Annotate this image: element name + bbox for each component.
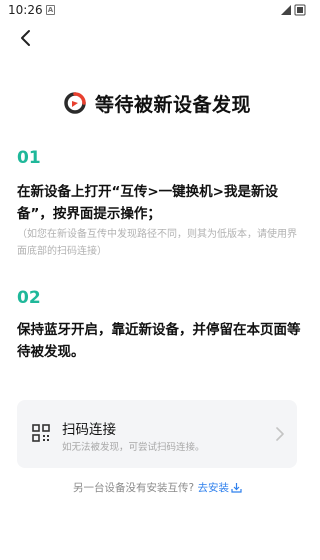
step-2-text: 保持蓝牙开启，靠近新设备，并停留在本页面等待被发现。 — [17, 322, 301, 360]
step-2-number: 02 — [17, 288, 41, 308]
signal-battery-icon — [281, 4, 306, 16]
step-1-text: 在新设备上打开“互传>一键换机>我是新设备”，按界面提示操作； — [17, 184, 278, 222]
step-1-hint: （如您在新设备互传中发现路径不同，则其为低版本，请使用界面底部的扫码连接） — [17, 229, 297, 257]
app-logo-icon — [64, 92, 86, 114]
install-link-label: 去安装 — [197, 482, 229, 494]
install-prompt: 另一台设备没有安装互传? — [73, 482, 195, 494]
download-icon — [231, 483, 242, 493]
page-header: 等待被新设备发现 — [0, 88, 315, 118]
qr-scan-icon — [32, 424, 50, 442]
status-bar: 10:26 A — [0, 0, 315, 22]
back-button[interactable] — [14, 26, 38, 50]
chevron-right-icon — [276, 427, 284, 441]
scan-connect-subtitle: 如无法被发现，可尝试扫码连接。 — [62, 442, 205, 453]
notification-icon: A — [46, 5, 55, 15]
install-footer: 另一台设备没有安装互传? 去安装 — [0, 480, 315, 495]
status-time: 10:26 — [8, 3, 43, 17]
back-arrow-icon — [21, 30, 30, 46]
step-1-number: 01 — [17, 148, 41, 168]
scan-connect-card[interactable]: 扫码连接 如无法被发现，可尝试扫码连接。 — [17, 400, 297, 468]
page-title: 等待被新设备发现 — [94, 93, 251, 116]
install-link[interactable]: 去安装 — [197, 482, 242, 494]
scan-connect-title: 扫码连接 — [62, 422, 116, 438]
